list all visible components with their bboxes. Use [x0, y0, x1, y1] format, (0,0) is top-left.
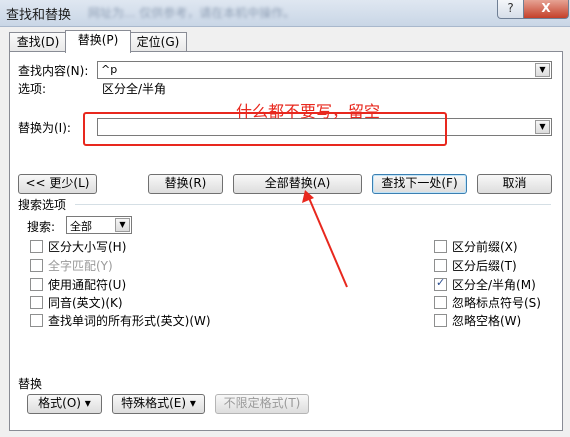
annotation-arrow-icon [302, 190, 348, 288]
tab-replace[interactable]: 替换(P) [65, 30, 131, 53]
